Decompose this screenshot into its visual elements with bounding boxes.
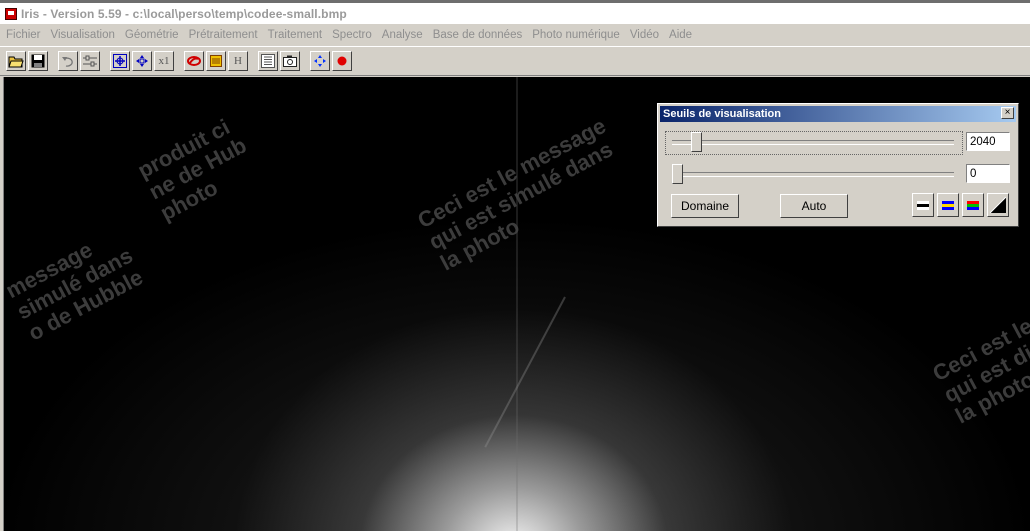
red-swirl-icon[interactable] bbox=[184, 51, 204, 71]
menu-video[interactable]: Vidéo bbox=[625, 29, 664, 41]
menu-traitement[interactable]: Traitement bbox=[263, 29, 328, 41]
menu-pretraitement[interactable]: Prétraitement bbox=[184, 29, 263, 41]
high-threshold-field[interactable] bbox=[966, 132, 1010, 151]
menu-photo-numerique[interactable]: Photo numérique bbox=[527, 29, 625, 41]
menu-analyse[interactable]: Analyse bbox=[377, 29, 428, 41]
menu-spectro[interactable]: Spectro bbox=[327, 29, 377, 41]
mono-palette-icon[interactable] bbox=[912, 193, 934, 217]
palette-icon[interactable] bbox=[206, 51, 226, 71]
menu-visualisation[interactable]: Visualisation bbox=[46, 29, 120, 41]
zoom-in-icon[interactable] bbox=[110, 51, 130, 71]
toolbar: x1 H bbox=[0, 46, 1030, 76]
list-icon[interactable] bbox=[258, 51, 278, 71]
blue-diamond-icon[interactable] bbox=[310, 51, 330, 71]
dialog-title: Seuils de visualisation bbox=[663, 108, 781, 120]
undo-icon[interactable] bbox=[58, 51, 78, 71]
vertical-streak bbox=[516, 77, 518, 531]
title-bar: Iris - Version 5.59 - c:\local\perso\tem… bbox=[0, 0, 1030, 24]
low-threshold-field[interactable] bbox=[966, 164, 1010, 183]
low-threshold-slider[interactable] bbox=[672, 164, 683, 184]
menu-aide[interactable]: Aide bbox=[664, 29, 697, 41]
save-icon[interactable] bbox=[28, 51, 48, 71]
move-icon[interactable] bbox=[132, 51, 152, 71]
domain-button[interactable]: Domaine bbox=[671, 194, 739, 218]
high-threshold-slider[interactable] bbox=[690, 132, 702, 152]
menu-base-de-donnees[interactable]: Base de données bbox=[428, 29, 528, 41]
close-icon[interactable]: × bbox=[1001, 107, 1014, 119]
low-threshold-track[interactable] bbox=[672, 172, 954, 177]
app-icon[interactable] bbox=[5, 7, 17, 20]
camera-icon[interactable] bbox=[280, 51, 300, 71]
menu-fichier[interactable]: Fichier bbox=[0, 29, 46, 41]
auto-button[interactable]: Auto bbox=[780, 194, 848, 218]
thresholds-dialog: Seuils de visualisation × Domaine Auto bbox=[657, 103, 1019, 227]
record-icon[interactable] bbox=[332, 51, 352, 71]
high-threshold-track[interactable] bbox=[672, 140, 954, 145]
rgb-palette-icon[interactable] bbox=[962, 193, 984, 217]
histogram-icon[interactable]: H bbox=[228, 51, 248, 71]
open-folder-icon[interactable] bbox=[6, 51, 26, 71]
zoom-reset-icon[interactable]: x1 bbox=[154, 51, 174, 71]
settings-icon[interactable] bbox=[80, 51, 100, 71]
gradient-palette-icon[interactable] bbox=[987, 193, 1009, 217]
window-title: Iris - Version 5.59 - c:\local\perso\tem… bbox=[21, 6, 347, 21]
blue-yellow-palette-icon[interactable] bbox=[937, 193, 959, 217]
menu-bar: Fichier Visualisation Géométrie Prétrait… bbox=[0, 25, 1030, 45]
dialog-title-bar[interactable]: Seuils de visualisation × bbox=[660, 106, 1016, 122]
menu-geometrie[interactable]: Géométrie bbox=[120, 29, 184, 41]
